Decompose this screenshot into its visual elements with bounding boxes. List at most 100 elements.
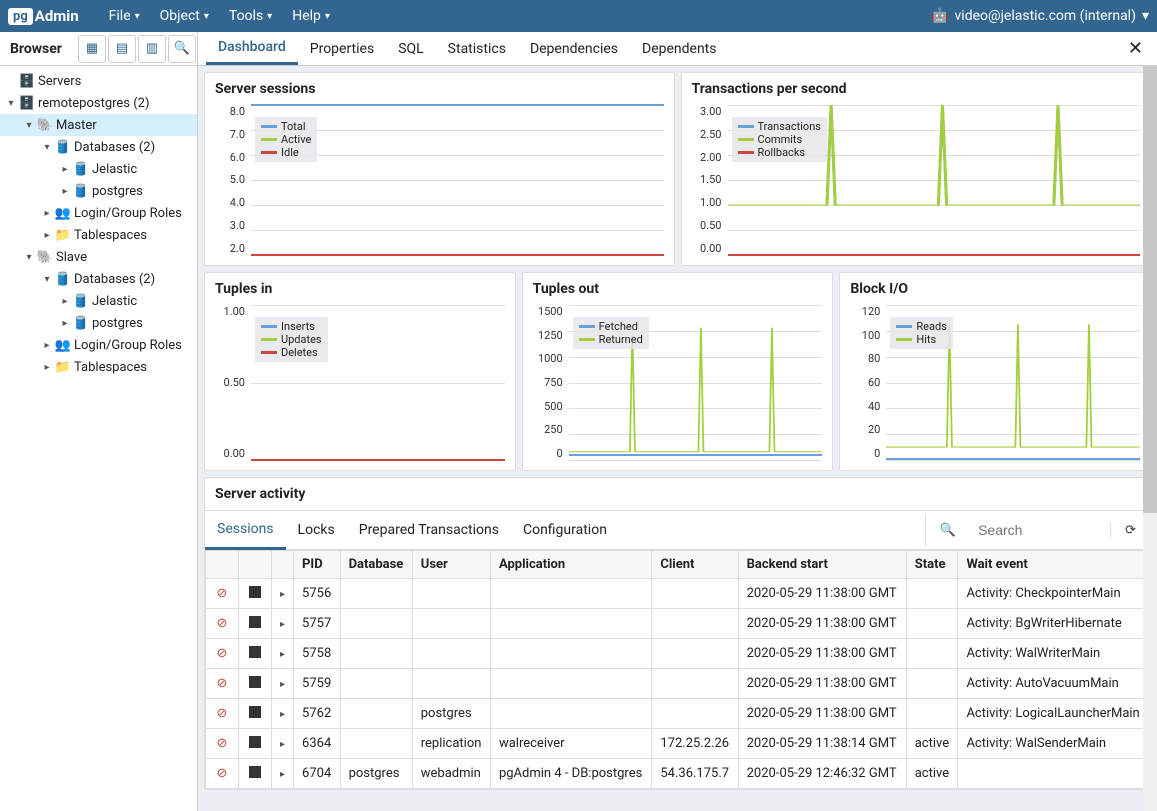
collapse-icon[interactable]: ▾	[40, 142, 54, 153]
chart-title: Transactions per second	[682, 73, 1151, 105]
column-header[interactable]: Database	[340, 551, 412, 579]
cell-backend_start: 2020-05-29 11:38:00 GMT	[738, 579, 906, 609]
cell-state: active	[906, 759, 958, 789]
column-header[interactable]: Backend start	[738, 551, 906, 579]
cell-database	[340, 579, 412, 609]
activity-table: PIDDatabaseUserApplicationClientBackend …	[205, 550, 1150, 789]
tree-db-jelastic[interactable]: ▸🛢️Jelastic	[0, 158, 197, 180]
stop-icon[interactable]	[247, 705, 263, 719]
column-header[interactable]: State	[906, 551, 958, 579]
tree-login-roles-slave[interactable]: ▸👥Login/Group Roles	[0, 334, 197, 356]
column-header[interactable]: Application	[490, 551, 651, 579]
stop-icon[interactable]	[247, 615, 263, 629]
collapse-icon[interactable]: ▾	[4, 98, 18, 109]
user-menu[interactable]: 🤖 video@jelastic.com (internal) ▾	[931, 8, 1149, 24]
expand-icon[interactable]: ▸	[40, 340, 54, 351]
stop-icon[interactable]	[247, 765, 263, 779]
tab-properties[interactable]: Properties	[298, 32, 386, 65]
tree-tablespaces-slave[interactable]: ▸📁Tablespaces	[0, 356, 197, 378]
tablespace-icon: 📁	[54, 228, 72, 243]
table-row[interactable]: ⊘▸57562020-05-29 11:38:00 GMTActivity: C…	[206, 579, 1150, 609]
menu-file[interactable]: File▾	[99, 8, 150, 24]
expand-icon[interactable]: ▸	[40, 208, 54, 219]
collapse-icon[interactable]: ▾	[22, 120, 36, 131]
activity-tab-sessions[interactable]: Sessions	[205, 511, 286, 550]
expand-row-icon[interactable]: ▸	[280, 739, 285, 750]
activity-tab-prepared[interactable]: Prepared Transactions	[347, 512, 511, 548]
tab-dependents[interactable]: Dependents	[630, 32, 728, 65]
table-row[interactable]: ⊘▸57582020-05-29 11:38:00 GMTActivity: W…	[206, 639, 1150, 669]
tree-login-roles-master[interactable]: ▸👥Login/Group Roles	[0, 202, 197, 224]
menu-help[interactable]: Help▾	[282, 8, 340, 24]
column-header[interactable]: Wait event	[958, 551, 1150, 579]
expand-row-icon[interactable]: ▸	[280, 649, 285, 660]
table-row[interactable]: ⊘▸57572020-05-29 11:38:00 GMTActivity: B…	[206, 609, 1150, 639]
collapse-icon[interactable]: ▾	[40, 274, 54, 285]
activity-tab-locks[interactable]: Locks	[286, 512, 347, 548]
table-row[interactable]: ⊘▸6704postgreswebadminpgAdmin 4 - DB:pos…	[206, 759, 1150, 789]
tree-tablespaces-master[interactable]: ▸📁Tablespaces	[0, 224, 197, 246]
tool-properties-icon[interactable]: ▦	[78, 35, 106, 63]
column-header[interactable]	[272, 551, 294, 579]
chart-server-sessions: Server sessions 8.07.06.05.04.03.02.0Tot…	[204, 72, 675, 266]
tool-search-icon[interactable]: 🔍	[168, 35, 196, 63]
stop-icon[interactable]	[247, 645, 263, 659]
expand-icon[interactable]: ▸	[40, 230, 54, 241]
tree-master[interactable]: ▾🐘Master	[0, 114, 197, 136]
tab-sql[interactable]: SQL	[386, 32, 435, 65]
expand-icon[interactable]: ▸	[40, 362, 54, 373]
cancel-icon[interactable]: ⊘	[214, 677, 230, 691]
expand-icon[interactable]: ▸	[58, 296, 72, 307]
tab-dashboard[interactable]: Dashboard	[206, 32, 298, 65]
tree-db-postgres[interactable]: ▸🛢️postgres	[0, 180, 197, 202]
stop-icon[interactable]	[247, 735, 263, 749]
tree-databases-slave[interactable]: ▾🛢️Databases (2)	[0, 268, 197, 290]
activity-title: Server activity	[205, 478, 1150, 510]
expand-icon[interactable]: ▸	[58, 318, 72, 329]
tool-grid-icon[interactable]: ▤	[108, 35, 136, 63]
tree-db-jelastic-slave[interactable]: ▸🛢️Jelastic	[0, 290, 197, 312]
tree-slave[interactable]: ▾🐘Slave	[0, 246, 197, 268]
roles-icon: 👥	[54, 206, 72, 221]
activity-tab-configuration[interactable]: Configuration	[511, 512, 619, 548]
database-icon: 🛢️	[72, 316, 90, 331]
column-header[interactable]: PID	[294, 551, 341, 579]
expand-row-icon[interactable]: ▸	[280, 589, 285, 600]
search-input[interactable]	[970, 514, 1110, 546]
column-header[interactable]	[239, 551, 272, 579]
tree-databases-master[interactable]: ▾🛢️Databases (2)	[0, 136, 197, 158]
column-header[interactable]: Client	[652, 551, 738, 579]
collapse-icon[interactable]: ▾	[22, 252, 36, 263]
vertical-scrollbar[interactable]	[1143, 66, 1157, 811]
tree-db-postgres-slave[interactable]: ▸🛢️postgres	[0, 312, 197, 334]
expand-row-icon[interactable]: ▸	[280, 619, 285, 630]
tree-servers[interactable]: 🗄️Servers	[0, 70, 197, 92]
tab-dependencies[interactable]: Dependencies	[518, 32, 630, 65]
expand-row-icon[interactable]: ▸	[280, 679, 285, 690]
tab-statistics[interactable]: Statistics	[436, 32, 518, 65]
cancel-icon[interactable]: ⊘	[214, 707, 230, 721]
menu-object[interactable]: Object▾	[150, 8, 219, 24]
cancel-icon[interactable]: ⊘	[214, 617, 230, 631]
cancel-icon[interactable]: ⊘	[214, 647, 230, 661]
chevron-down-icon: ▾	[135, 11, 140, 22]
server-group-icon: 🗄️	[18, 96, 36, 111]
expand-row-icon[interactable]: ▸	[280, 709, 285, 720]
menu-tools[interactable]: Tools▾	[219, 8, 282, 24]
cancel-icon[interactable]: ⊘	[214, 767, 230, 781]
cancel-icon[interactable]: ⊘	[214, 587, 230, 601]
stop-icon[interactable]	[247, 675, 263, 689]
column-header[interactable]: User	[412, 551, 490, 579]
expand-row-icon[interactable]: ▸	[280, 769, 285, 780]
cancel-icon[interactable]: ⊘	[214, 737, 230, 751]
close-icon[interactable]: ✕	[1114, 32, 1157, 65]
expand-icon[interactable]: ▸	[58, 186, 72, 197]
stop-icon[interactable]	[247, 585, 263, 599]
table-row[interactable]: ⊘▸57592020-05-29 11:38:00 GMTActivity: A…	[206, 669, 1150, 699]
tree-remotepostgres[interactable]: ▾🗄️remotepostgres (2)	[0, 92, 197, 114]
tool-filter-icon[interactable]: ▥	[138, 35, 166, 63]
column-header[interactable]	[206, 551, 239, 579]
table-row[interactable]: ⊘▸6364replicationwalreceiver172.25.2.262…	[206, 729, 1150, 759]
expand-icon[interactable]: ▸	[58, 164, 72, 175]
table-row[interactable]: ⊘▸5762postgres2020-05-29 11:38:00 GMTAct…	[206, 699, 1150, 729]
